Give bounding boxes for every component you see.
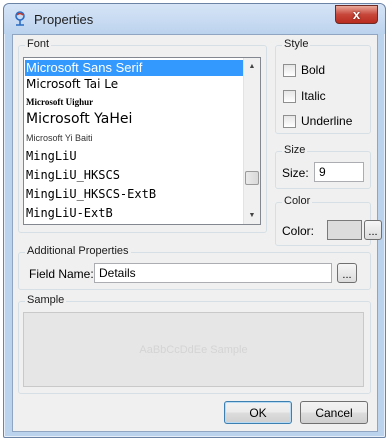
font-item-mingliu[interactable]: MingLiU [26, 149, 77, 163]
font-item-microsoft-yahei[interactable]: Microsoft YaHei [26, 111, 132, 127]
bold-checkbox-row[interactable]: Bold [283, 62, 325, 78]
size-input[interactable]: 9 [314, 162, 364, 182]
italic-label: Italic [301, 89, 326, 103]
additional-properties-label: Additional Properties [25, 245, 131, 257]
font-item-microsoft-sans-serif[interactable]: Microsoft Sans Serif [25, 60, 244, 76]
dialog-body: Font Microsoft Sans Serif Microsoft Tai … [12, 34, 382, 432]
underline-checkbox-row[interactable]: Underline [283, 113, 352, 129]
font-item-microsoft-uighur[interactable]: Microsoft Uighur [26, 97, 93, 107]
size-field-label: Size: [282, 166, 309, 180]
underline-label: Underline [301, 114, 353, 128]
scroll-down-icon[interactable]: ▼ [244, 207, 260, 224]
size-group-label: Size [282, 144, 308, 156]
sample-text: AaBbCcDdEe Sample [139, 343, 248, 356]
font-item-mingliu-hkscs-extb[interactable]: MingLiU_HKSCS-ExtB [26, 187, 156, 201]
window-title: Properties [34, 12, 94, 27]
color-group: Color Color: ... [275, 195, 382, 246]
properties-dialog: Properties x Font Microsoft Sans Serif M… [3, 3, 386, 438]
close-button[interactable]: x [335, 5, 378, 24]
italic-checkbox[interactable] [283, 89, 296, 103]
field-name-label: Field Name: [29, 267, 94, 281]
font-item-mingliu-hkscs[interactable]: MingLiU_HKSCS [26, 168, 120, 182]
font-group: Font Microsoft Sans Serif Microsoft Tai … [18, 38, 267, 233]
sample-preview: AaBbCcDdEe Sample [23, 312, 364, 387]
color-group-label: Color [282, 195, 313, 207]
color-browse-button[interactable]: ... [364, 220, 382, 240]
style-group-label: Style [282, 38, 311, 50]
title-bar[interactable]: Properties x [4, 4, 385, 34]
additional-properties-group: Additional Properties Field Name: Detail… [18, 245, 371, 290]
bold-label: Bold [301, 63, 326, 77]
color-swatch[interactable] [327, 220, 362, 240]
close-icon: x [352, 7, 361, 22]
font-group-label: Font [25, 38, 52, 50]
style-group: Style Bold Italic Underline [275, 38, 371, 134]
underline-checkbox[interactable] [283, 114, 296, 128]
color-field-label: Color: [282, 224, 315, 238]
field-name-browse-button[interactable]: ... [337, 263, 357, 283]
italic-checkbox-row[interactable]: Italic [283, 88, 326, 104]
bold-checkbox[interactable] [283, 63, 296, 77]
scroll-up-icon[interactable]: ▲ [244, 58, 260, 75]
font-listbox[interactable]: Microsoft Sans Serif Microsoft Tai Le Mi… [23, 57, 261, 225]
font-item-mingliu-extb[interactable]: MingLiU-ExtB [26, 206, 113, 220]
scroll-thumb[interactable] [245, 171, 259, 185]
properties-icon [15, 11, 25, 26]
size-group: Size Size: 9 [275, 144, 371, 189]
cancel-button[interactable]: Cancel [300, 401, 368, 424]
ok-button[interactable]: OK [224, 401, 292, 424]
sample-group-label: Sample [25, 294, 67, 306]
field-name-input[interactable]: Details [94, 263, 332, 283]
sample-group: Sample AaBbCcDdEe Sample [18, 294, 371, 394]
font-list-scrollbar[interactable]: ▲ ▼ [243, 58, 260, 224]
font-item-microsoft-yi-baiti[interactable]: Microsoft Yi Baiti [26, 133, 93, 143]
font-item-microsoft-tai-le[interactable]: Microsoft Tai Le [26, 77, 118, 91]
